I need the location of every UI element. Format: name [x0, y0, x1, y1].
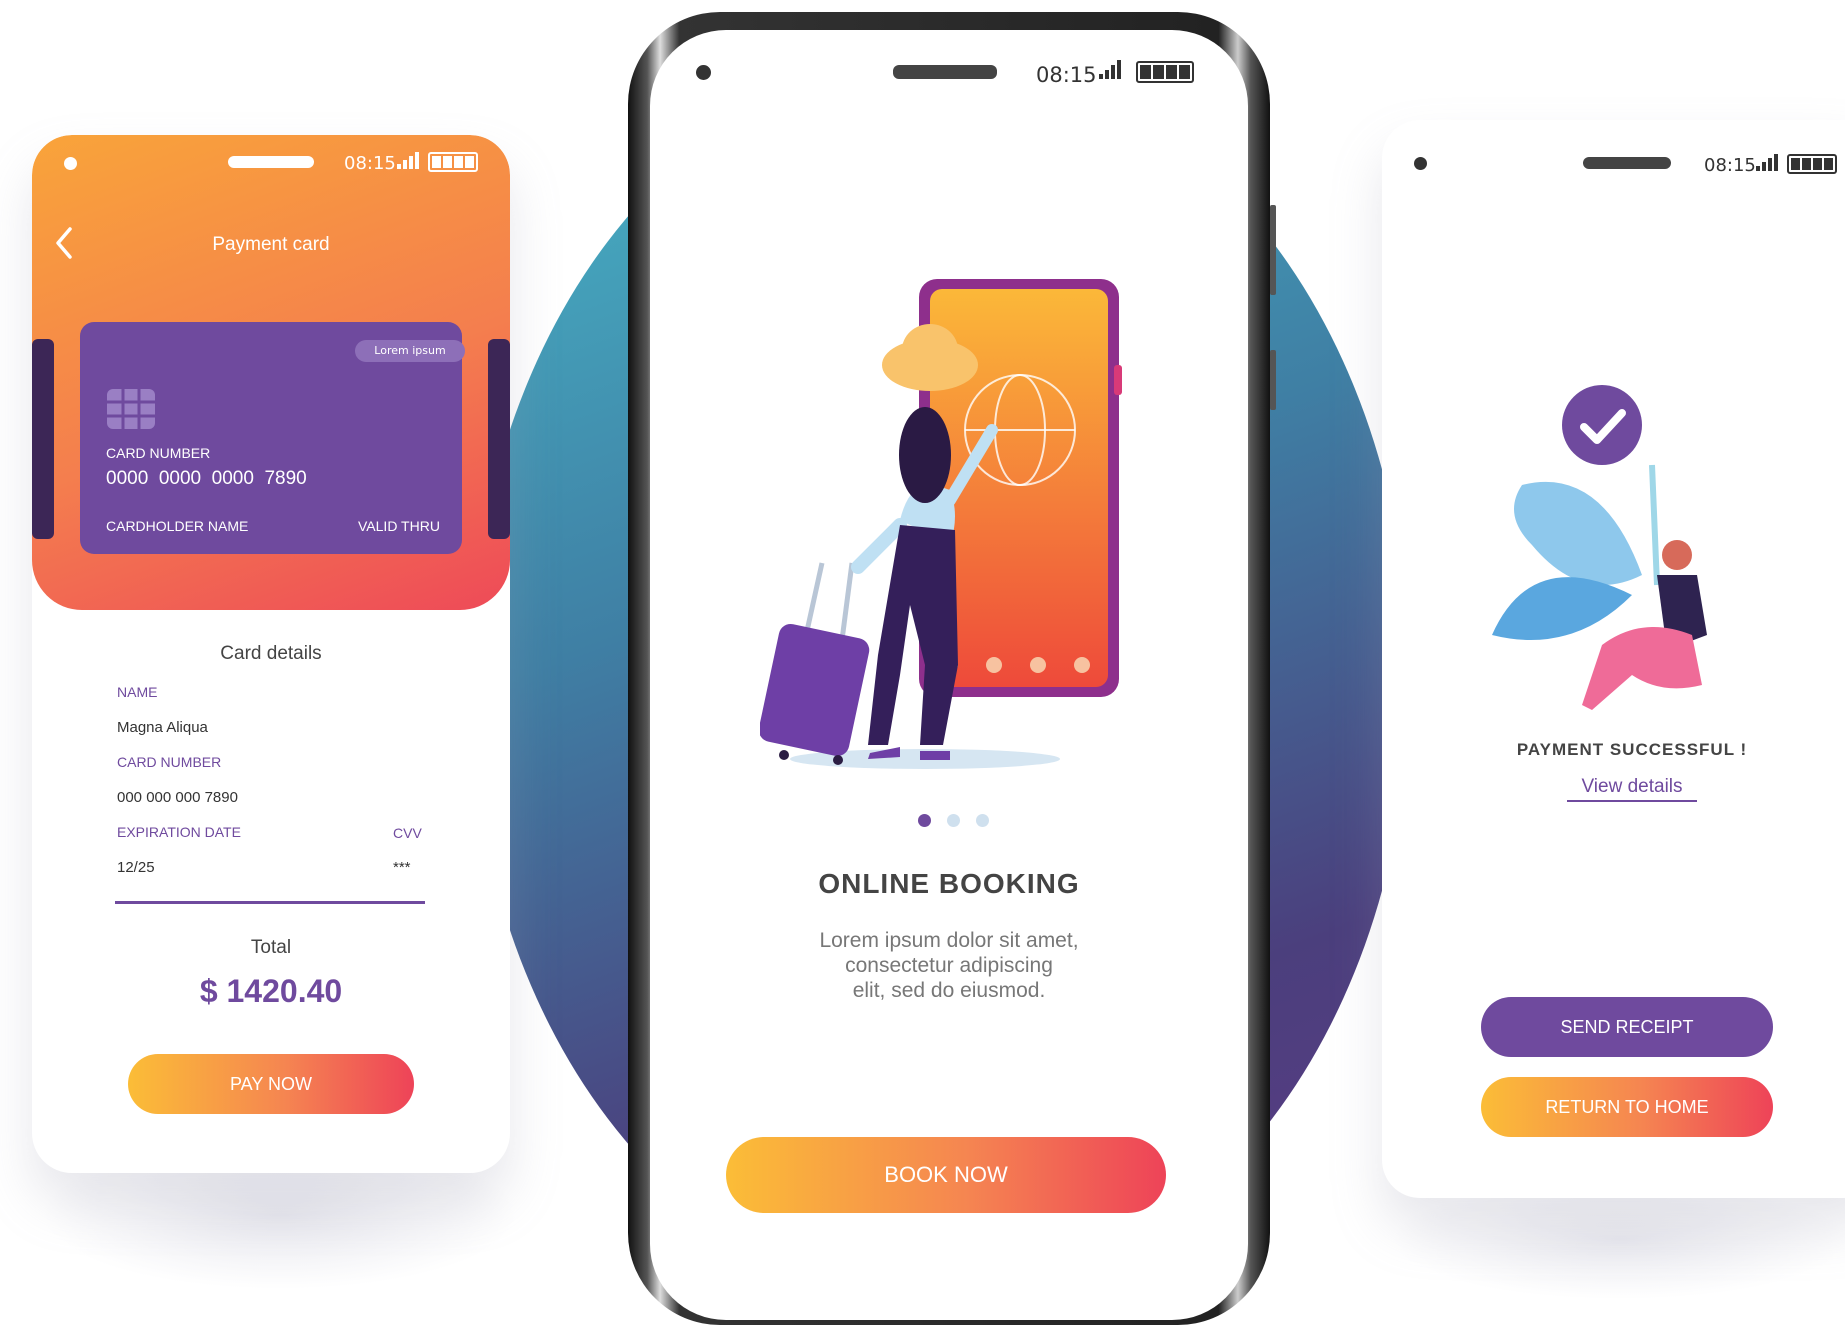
pagination-dot[interactable] [947, 814, 960, 827]
traveler-illustration [760, 279, 1122, 769]
card-details-heading: Card details [220, 643, 322, 664]
camera-dot [696, 65, 711, 80]
description-line: consectetur adipiscing [845, 954, 1053, 977]
valid-thru-label: VALID THRU [358, 518, 440, 534]
details-divider [115, 901, 425, 904]
card-number-label: CARD NUMBER [106, 445, 211, 461]
expiration-field[interactable]: 12/25 [117, 859, 155, 876]
battery-icon [1787, 154, 1837, 174]
next-card-edge[interactable] [488, 339, 510, 539]
send-receipt-button[interactable]: SEND RECEIPT [1481, 997, 1773, 1057]
success-illustration [1492, 385, 1707, 710]
previous-card-edge[interactable] [32, 339, 54, 539]
pagination-dot[interactable] [976, 814, 989, 827]
speaker-pill [228, 156, 314, 168]
payment-card-screen: 08:15 Payment card Lorem ipsum CARD NUMB… [32, 135, 510, 1173]
card-number: 0000 0000 0000 7890 [106, 468, 307, 489]
signal-icon [1756, 153, 1778, 171]
online-booking-screen: 08:15 ONLINE BOOKING Lorem ipsum dolor s… [650, 30, 1248, 1320]
pagination-dots [918, 814, 989, 827]
description-line: elit, sed do eiusmod. [852, 979, 1046, 1002]
booking-description: Lorem ipsum dolor sit amet, consectetur … [650, 928, 1248, 1003]
view-details-link[interactable]: View details [1567, 776, 1697, 802]
battery-icon [1136, 61, 1194, 83]
book-now-button[interactable]: BOOK NOW [726, 1137, 1166, 1213]
expiration-label: EXPIRATION DATE [117, 824, 241, 840]
total-value: $ 1420.40 [199, 973, 343, 1009]
payment-header: 08:15 Payment card Lorem ipsum CARD NUMB… [32, 135, 510, 610]
volume-button [1270, 205, 1276, 295]
right-phone-shadow [1390, 1180, 1845, 1300]
return-home-button[interactable]: RETURN TO HOME [1481, 1077, 1773, 1137]
status-time: 08:15 [344, 153, 396, 174]
camera-dot [1414, 157, 1427, 170]
payment-success-text: PAYMENT SUCCESSFUL ! [1516, 740, 1748, 759]
cvv-label: CVV [393, 825, 422, 841]
description-line: Lorem ipsum dolor sit amet, [819, 929, 1079, 952]
speaker-pill [893, 65, 997, 79]
pay-now-button[interactable]: PAY NOW [128, 1054, 414, 1114]
card-number-field-label: CARD NUMBER [117, 754, 222, 770]
card-chip-icon [107, 389, 155, 429]
name-label: NAME [117, 684, 158, 700]
payment-success-screen: 08:15 PAYMENT SUCCESSFUL ! View details … [1382, 120, 1845, 1198]
status-time: 08:15 [1036, 63, 1097, 87]
signal-icon [397, 151, 419, 169]
name-field[interactable]: Magna Aliqua [117, 719, 208, 736]
total-label: Total [250, 937, 292, 958]
cardholder-label: CARDHOLDER NAME [106, 518, 249, 534]
card-badge: Lorem ipsum [355, 340, 465, 362]
battery-icon [428, 152, 478, 172]
booking-title: ONLINE BOOKING [818, 868, 1080, 899]
card-number-field[interactable]: 000 000 000 7890 [117, 789, 238, 806]
power-button [1270, 350, 1276, 410]
speaker-pill [1583, 157, 1671, 169]
status-time: 08:15 [1704, 155, 1756, 176]
cvv-field[interactable]: *** [393, 859, 411, 876]
payment-card[interactable]: Lorem ipsum CARD NUMBER 0000 0000 0000 7… [80, 322, 465, 554]
pagination-dot-active[interactable] [918, 814, 931, 827]
page-title: Payment card [212, 234, 330, 255]
camera-dot [64, 157, 77, 170]
signal-icon [1099, 60, 1121, 79]
